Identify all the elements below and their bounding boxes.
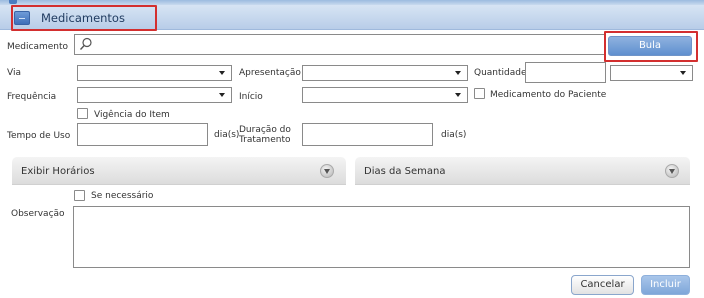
highlight-box-bula (604, 31, 698, 62)
incluir-button[interactable]: Incluir (641, 275, 690, 295)
quantidade-input[interactable] (525, 62, 606, 83)
apresentacao-label: Apresentação (239, 68, 301, 78)
duracao-label-line2: Tratamento (239, 135, 291, 145)
vigencia-checkbox[interactable] (77, 108, 88, 119)
se-necessario-checkbox[interactable] (74, 190, 85, 201)
tempo-uso-input[interactable] (77, 123, 208, 146)
tempo-uso-label: Tempo de Uso (7, 131, 71, 141)
dias-semana-panel[interactable]: Dias da Semana (355, 157, 690, 185)
medicamento-paciente-checkbox[interactable] (474, 88, 485, 99)
medicamento-input[interactable] (74, 34, 606, 55)
observacao-label: Observação (11, 209, 65, 219)
duracao-input[interactable] (302, 123, 433, 146)
chevron-down-icon[interactable] (320, 164, 334, 178)
inicio-select[interactable] (302, 87, 468, 103)
medicamento-label: Medicamento (7, 42, 69, 52)
highlight-box-medicamentos (11, 5, 157, 31)
quantidade-label: Quantidade (474, 68, 527, 78)
vigencia-label: Vigência do Item (94, 110, 170, 120)
top-strip-tab (9, 0, 17, 4)
frequencia-label: Frequência (7, 92, 57, 102)
via-select[interactable] (77, 65, 232, 81)
chevron-down-icon[interactable] (665, 164, 679, 178)
medicamento-paciente-label: Medicamento do Paciente (490, 90, 607, 100)
apresentacao-select[interactable] (302, 65, 468, 81)
search-icon (79, 37, 92, 50)
exibir-horarios-title: Exibir Horários (21, 166, 95, 177)
dias-semana-title: Dias da Semana (364, 166, 446, 177)
cancel-button[interactable]: Cancelar (571, 275, 634, 295)
se-necessario-label: Se necessário (91, 191, 154, 201)
exibir-horarios-panel[interactable]: Exibir Horários (12, 157, 346, 185)
quantidade-unit-select[interactable] (610, 65, 693, 81)
duracao-label-line1: Duração do (239, 125, 291, 135)
duracao-unit: dia(s) (441, 130, 467, 140)
frequencia-select[interactable] (77, 87, 232, 103)
tempo-uso-unit: dia(s) (214, 130, 240, 140)
via-label: Via (7, 68, 21, 78)
inicio-label: Início (239, 92, 263, 102)
observacao-textarea[interactable] (73, 206, 690, 268)
